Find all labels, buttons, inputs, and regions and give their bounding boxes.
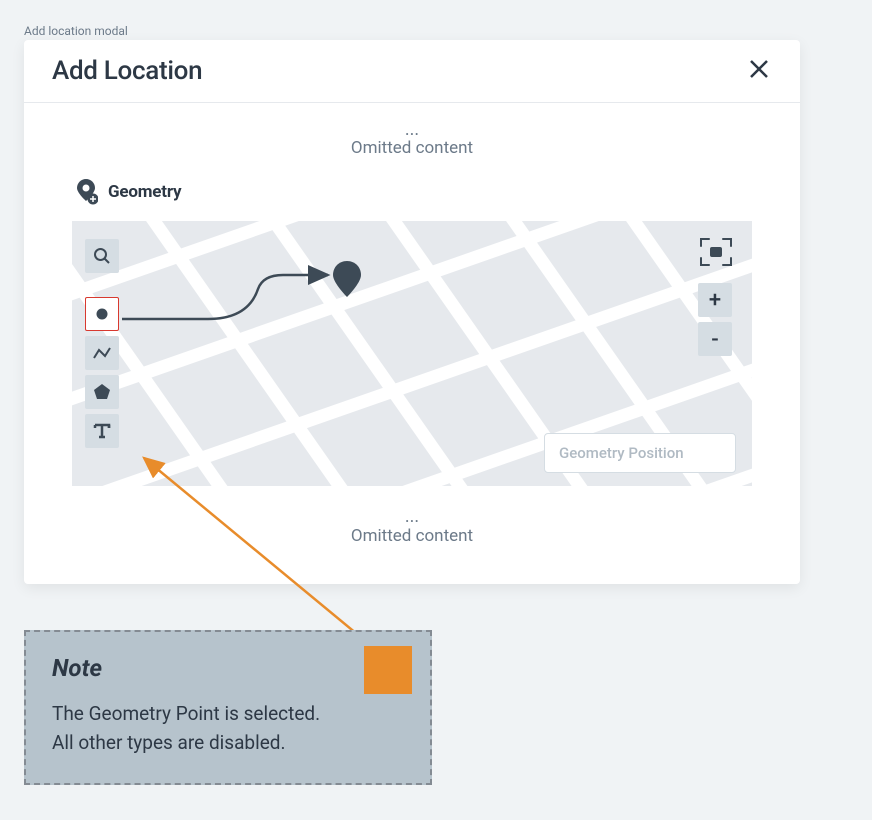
search-button[interactable] bbox=[85, 239, 119, 273]
zoom-in-button[interactable]: + bbox=[698, 283, 732, 317]
text-tool-button[interactable] bbox=[85, 414, 119, 448]
geometry-position-placeholder: Geometry Position bbox=[559, 444, 684, 462]
polygon-tool-button[interactable] bbox=[85, 375, 119, 409]
search-icon bbox=[93, 247, 111, 265]
line-tool-button[interactable] bbox=[85, 336, 119, 370]
note-marker-icon bbox=[364, 646, 412, 694]
section-title: Geometry bbox=[108, 182, 181, 202]
recenter-icon bbox=[698, 236, 734, 268]
note-annotation: Note The Geometry Point is selected. All… bbox=[24, 630, 432, 785]
add-location-modal: Add Location ... Omitted content Geometr… bbox=[24, 40, 800, 584]
note-title: Note bbox=[52, 654, 404, 682]
close-icon bbox=[748, 58, 770, 80]
map-pin-icon bbox=[333, 261, 361, 297]
plus-icon: + bbox=[709, 288, 721, 313]
point-tool-button[interactable] bbox=[85, 297, 119, 331]
polygon-icon bbox=[92, 382, 112, 402]
omitted-dots: ... bbox=[72, 123, 752, 137]
point-icon bbox=[95, 307, 109, 321]
modal-body: ... Omitted content Geometry bbox=[24, 103, 800, 584]
omitted-dots-bottom: ... bbox=[72, 510, 752, 524]
recenter-button[interactable] bbox=[697, 235, 735, 269]
omitted-text-bottom: Omitted content bbox=[72, 525, 752, 549]
modal-caption: Add location modal bbox=[24, 24, 128, 38]
geometry-position-input[interactable]: Geometry Position bbox=[544, 433, 736, 473]
omitted-text: Omitted content bbox=[72, 137, 752, 161]
close-button[interactable] bbox=[746, 56, 772, 86]
line-icon bbox=[92, 343, 112, 363]
geometry-section-header: Geometry bbox=[76, 179, 752, 205]
text-icon bbox=[92, 421, 112, 441]
modal-title: Add Location bbox=[52, 56, 202, 86]
minus-icon: - bbox=[711, 327, 718, 352]
modal-header: Add Location bbox=[24, 40, 800, 103]
omitted-bottom: ... Omitted content bbox=[72, 510, 752, 548]
location-add-icon bbox=[76, 179, 98, 205]
omitted-top: ... Omitted content bbox=[72, 123, 752, 161]
note-text: The Geometry Point is selected. All othe… bbox=[52, 700, 404, 757]
zoom-out-button[interactable]: - bbox=[698, 322, 732, 356]
map[interactable]: + - Geometry Position bbox=[72, 221, 752, 486]
